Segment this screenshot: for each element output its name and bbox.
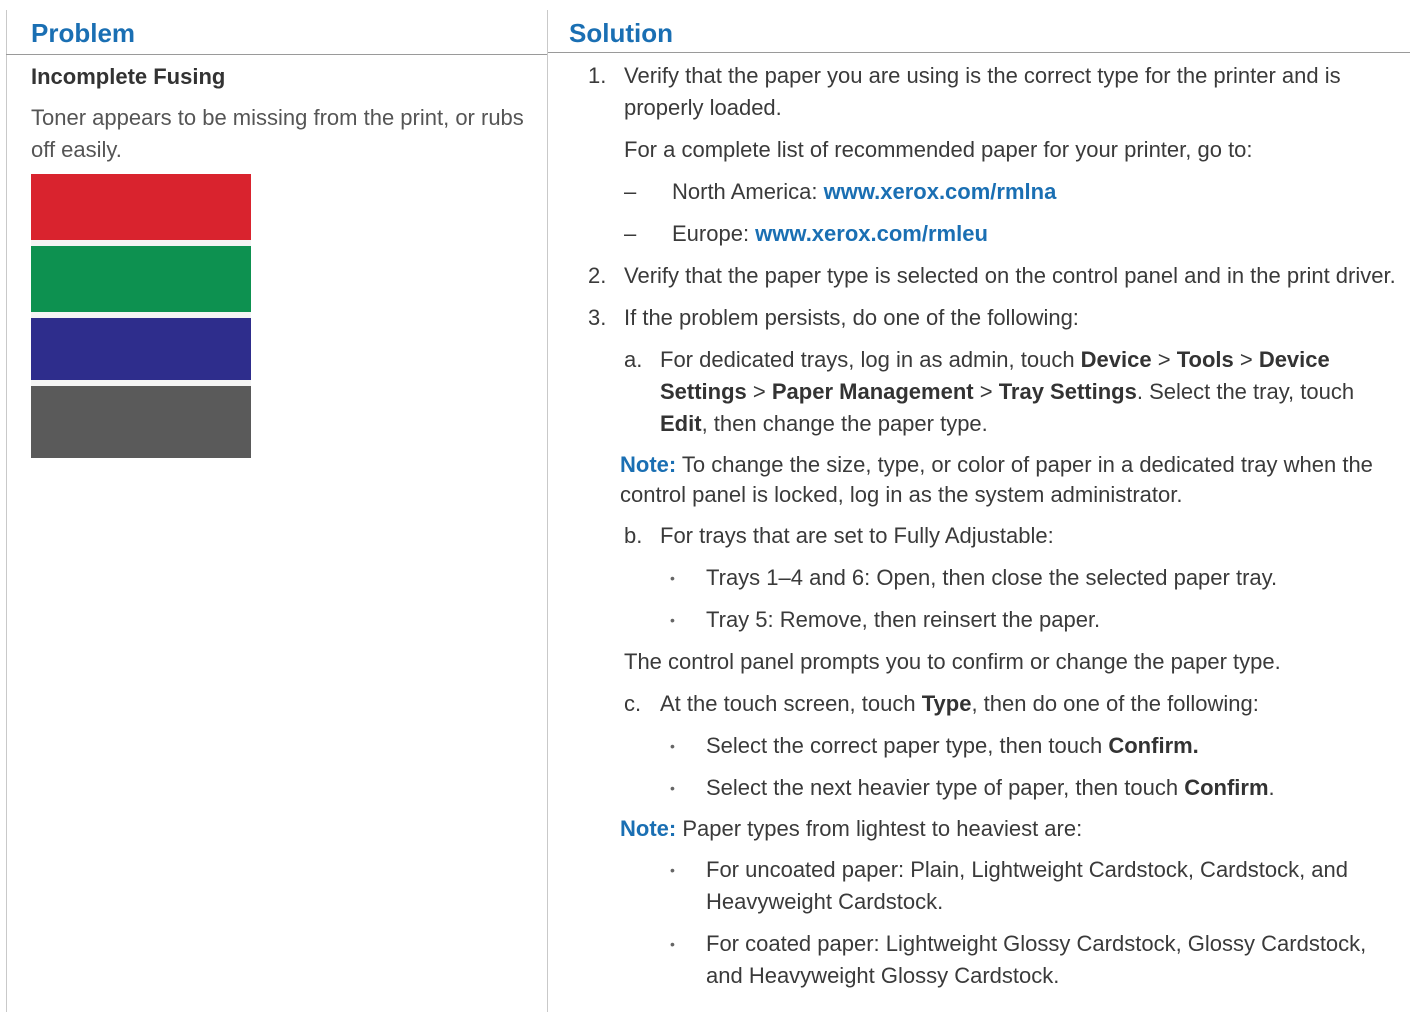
menu-path: Device: [1080, 347, 1152, 372]
substep-letter: a.: [624, 347, 643, 372]
note-locked-panel: Note: To change the size, type, or color…: [620, 450, 1398, 510]
solution-header: Solution: [569, 18, 673, 48]
text: , then change the paper type.: [701, 411, 988, 436]
bullet-text: Trays 1–4 and 6: Open, then close the se…: [706, 565, 1278, 590]
text: .: [1268, 775, 1275, 800]
text: >: [746, 379, 772, 404]
bullet-item: • Select the correct paper type, then to…: [670, 730, 1398, 762]
problem-title: Incomplete Fusing: [31, 64, 226, 89]
green-band: [31, 246, 251, 312]
gray-band: [31, 386, 251, 458]
problem-column: Incomplete Fusing Toner appears to be mi…: [31, 64, 536, 458]
bullet-item: • For coated paper: Lightweight Glossy C…: [670, 928, 1398, 992]
menu-path: Tray Settings: [998, 379, 1137, 404]
substep-letter: b.: [624, 523, 643, 548]
menu-path: Confirm: [1184, 775, 1269, 800]
text: , then do one of the following:: [971, 691, 1259, 716]
text: Select the next heavier type of paper, t…: [706, 775, 1185, 800]
bullet-item: • For uncoated paper: Plain, Lightweight…: [670, 854, 1398, 918]
bullet-marker: •: [670, 780, 675, 796]
bullet-item: • Tray 5: Remove, then reinsert the pape…: [670, 604, 1398, 636]
substep-text: For trays that are set to Fully Adjustab…: [660, 523, 1054, 548]
link-item-north-america: – North America: www.xerox.com/rmlna: [624, 176, 1398, 208]
menu-path: Confirm.: [1108, 733, 1199, 758]
europe-link[interactable]: www.xerox.com/rmleu: [755, 221, 988, 246]
bullet-marker: •: [670, 570, 675, 586]
step-1: 1. Verify that the paper you are using i…: [588, 60, 1398, 124]
bullet-text: For uncoated paper: Plain, Lightweight C…: [706, 857, 1349, 914]
dash-marker: –: [624, 179, 637, 204]
text: At the touch screen, touch: [660, 691, 922, 716]
step-number: 2.: [588, 263, 607, 288]
note-paper-types: Note: Paper types from lightest to heavi…: [620, 814, 1398, 844]
bullet-marker: •: [670, 936, 675, 952]
step-number: 1.: [588, 63, 607, 88]
incomplete-fusing-sample-image: [31, 174, 251, 458]
step-text: Verify that the paper type is selected o…: [624, 263, 1396, 288]
north-america-link[interactable]: www.xerox.com/rmlna: [824, 179, 1057, 204]
step-text: Verify that the paper you are using is t…: [624, 63, 1341, 120]
region-label: North America:: [672, 179, 824, 204]
menu-path: Type: [921, 691, 972, 716]
header-rule-right: [548, 52, 1410, 53]
substep-c: c. At the touch screen, touch Type, then…: [624, 688, 1398, 720]
recommended-paper-intro: For a complete list of recommended paper…: [624, 137, 1253, 162]
substep-b: b. For trays that are set to Fully Adjus…: [624, 520, 1398, 552]
column-divider: [547, 10, 548, 1012]
bullet-item: • Trays 1–4 and 6: Open, then close the …: [670, 562, 1398, 594]
prompt-paragraph: The control panel prompts you to confirm…: [624, 649, 1281, 674]
problem-description: Toner appears to be missing from the pri…: [31, 105, 524, 162]
bullet-marker: •: [670, 738, 675, 754]
dash-marker: –: [624, 221, 637, 246]
text: . Select the tray, touch: [1136, 379, 1355, 404]
substep-letter: c.: [624, 691, 642, 716]
text: >: [973, 379, 999, 404]
link-item-europe: – Europe: www.xerox.com/rmleu: [624, 218, 1398, 250]
step-3: 3. If the problem persists, do one of th…: [588, 302, 1398, 334]
red-band: [31, 174, 251, 240]
text: >: [1233, 347, 1259, 372]
step-number: 3.: [588, 305, 607, 330]
note-label: Note:: [620, 816, 677, 841]
region-label: Europe:: [672, 221, 756, 246]
bullet-text: Tray 5: Remove, then reinsert the paper.: [706, 607, 1101, 632]
step-2: 2. Verify that the paper type is selecte…: [588, 260, 1398, 292]
text: Select the correct paper type, then touc…: [706, 733, 1109, 758]
menu-path: Paper Management: [771, 379, 974, 404]
menu-path: Edit: [660, 411, 702, 436]
text: For dedicated trays, log in as admin, to…: [660, 347, 1081, 372]
solution-column: 1. Verify that the paper you are using i…: [588, 60, 1398, 1002]
substep-a: a. For dedicated trays, log in as admin,…: [624, 344, 1398, 440]
bullet-marker: •: [670, 612, 675, 628]
note-text: Paper types from lightest to heaviest ar…: [676, 816, 1083, 841]
step-text: If the problem persists, do one of the f…: [624, 305, 1079, 330]
note-label: Note:: [620, 452, 677, 477]
blue-band: [31, 318, 251, 380]
left-border: [6, 10, 7, 1012]
bullet-text: For coated paper: Lightweight Glossy Car…: [706, 931, 1367, 988]
bullet-marker: •: [670, 862, 675, 878]
bullet-item: • Select the next heavier type of paper,…: [670, 772, 1398, 804]
note-text: To change the size, type, or color of pa…: [620, 452, 1373, 507]
problem-header: Problem: [31, 18, 136, 48]
menu-path: Tools: [1176, 347, 1234, 372]
header-rule-left: [6, 54, 547, 55]
text: >: [1151, 347, 1177, 372]
